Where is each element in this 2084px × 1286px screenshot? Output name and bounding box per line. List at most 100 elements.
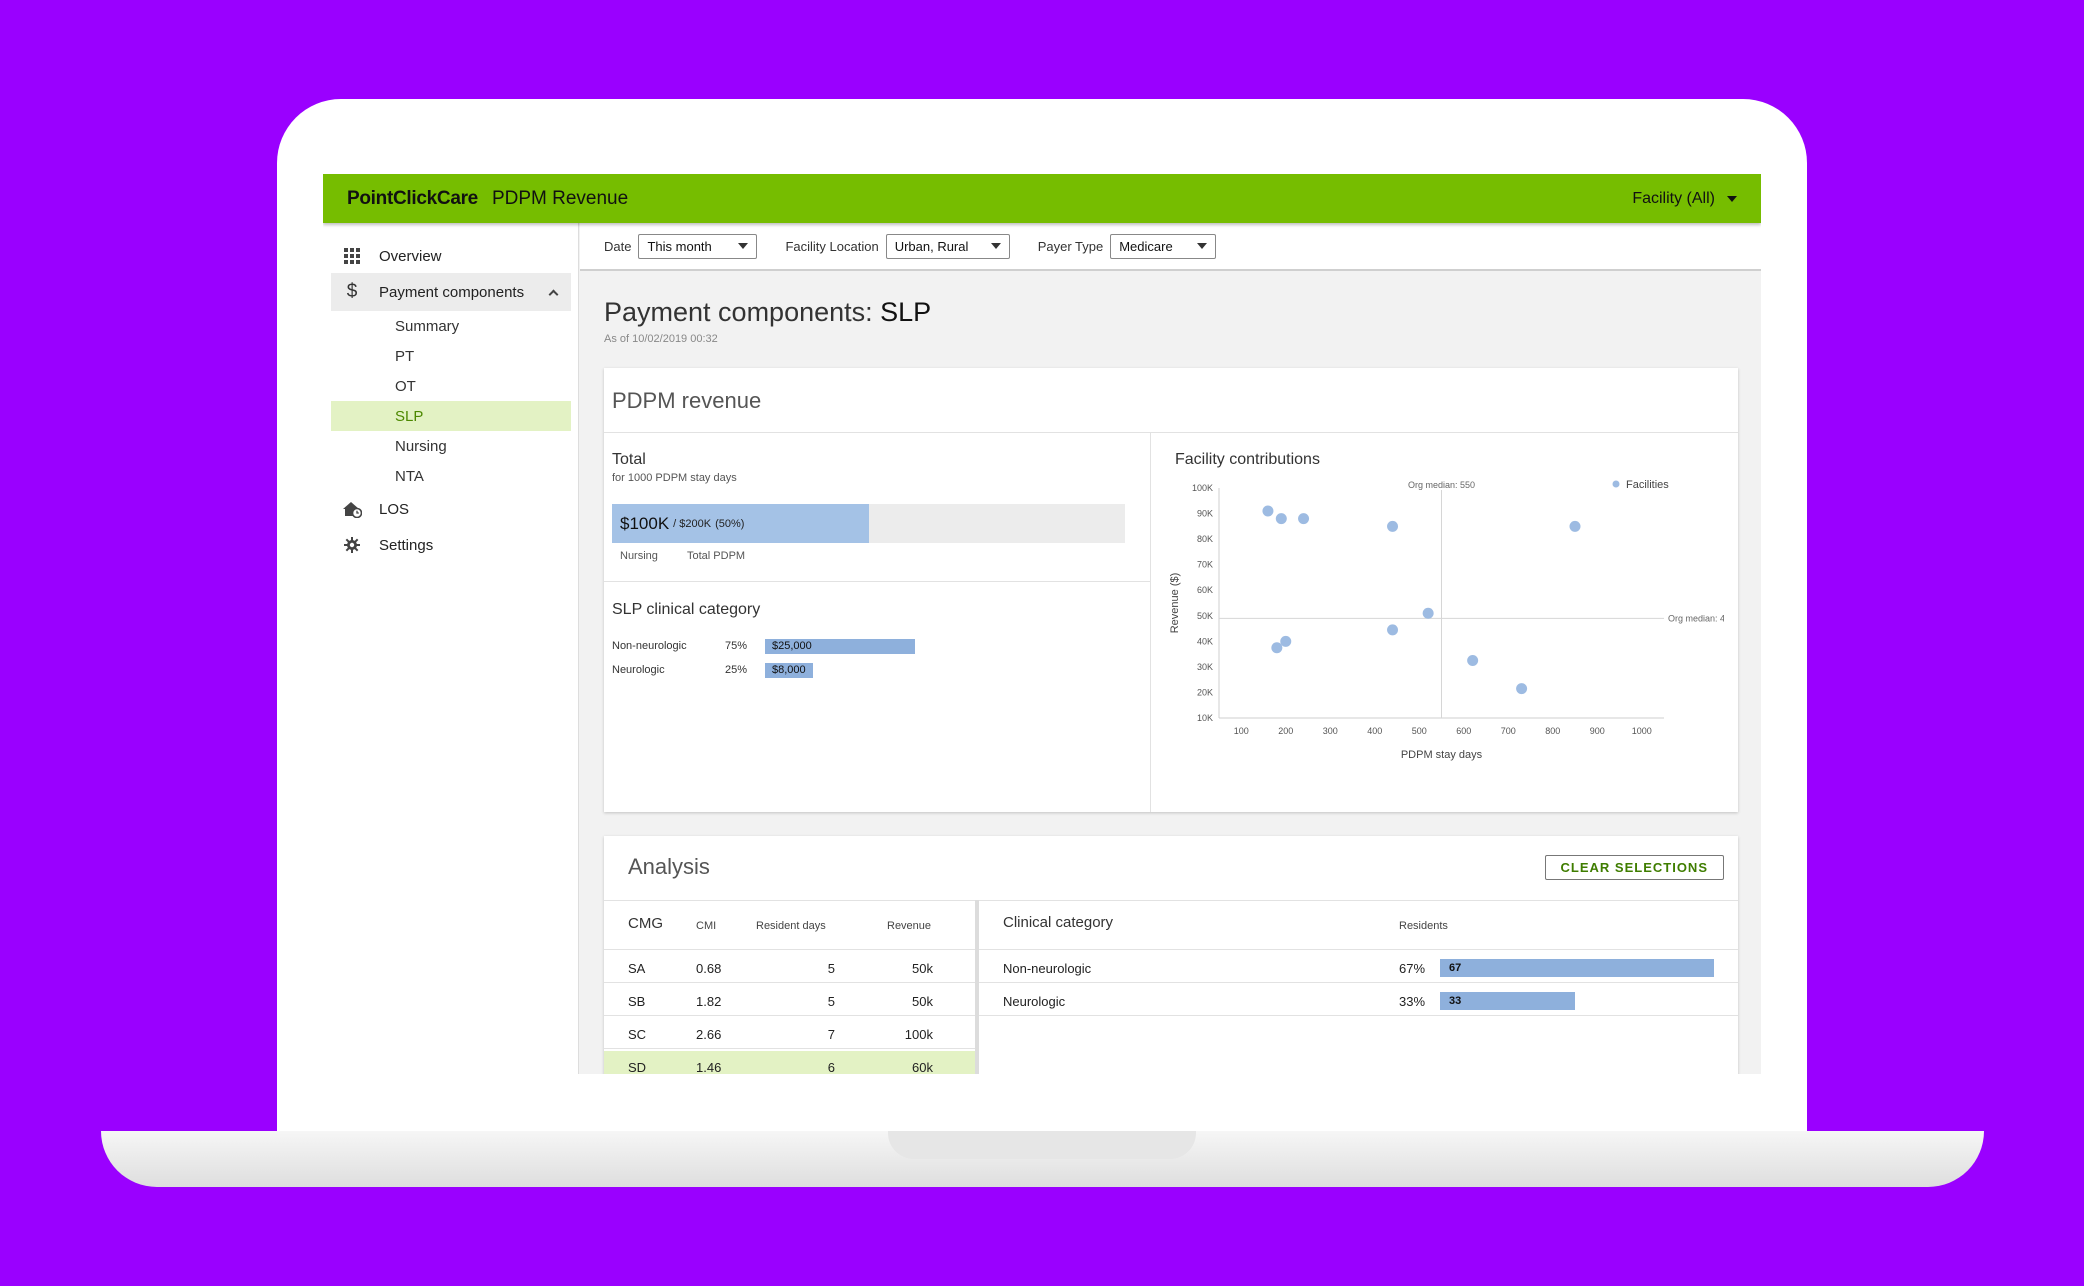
category-bar[interactable]: $8,000: [765, 662, 813, 678]
data-point: [1262, 505, 1274, 517]
divider: [604, 900, 1738, 901]
total-bar-track[interactable]: $100K / $200K (50%): [612, 504, 1125, 543]
cmg-cell: 1.82: [696, 994, 722, 1009]
sidebar: Overview $ Payment components Summary PT…: [323, 223, 579, 1074]
chart-title: Facility contributions: [1175, 451, 1320, 468]
total-bar-fill[interactable]: $100K / $200K (50%): [612, 504, 869, 543]
sidebar-item-label: Settings: [379, 536, 434, 554]
payer-filter-select[interactable]: Medicare: [1110, 233, 1217, 259]
y-tick-label: 20K: [1197, 687, 1213, 697]
residents-percent: 33%: [1399, 994, 1426, 1009]
laptop-notch: [888, 1131, 1196, 1159]
sidebar-item-overview[interactable]: Overview: [331, 237, 571, 275]
divider: [604, 581, 1150, 582]
sidebar-item-payment-components[interactable]: $ Payment components: [331, 273, 571, 311]
data-point: [1280, 635, 1292, 647]
divider: [604, 1015, 975, 1016]
facility-select[interactable]: Facility (All): [1632, 190, 1737, 208]
cmg-cell[interactable]: SD: [628, 1060, 646, 1074]
cmg-cell: 1.46: [696, 1060, 722, 1074]
cmg-cell: 6: [827, 1060, 835, 1074]
table-splitter[interactable]: [975, 900, 979, 1074]
x-tick-label: 700: [1501, 726, 1516, 736]
total-heading: Total: [612, 451, 646, 468]
sidebar-subitem-slp[interactable]: SLP: [331, 401, 571, 431]
sidebar-subitem-ot[interactable]: OT: [331, 371, 571, 401]
sidebar-item-los[interactable]: LOS: [331, 490, 571, 528]
cmg-cell: 100k: [904, 1027, 933, 1042]
sidebar-item-label: Payment components: [379, 283, 525, 301]
data-point: [1569, 520, 1581, 532]
page-title-value: SLP: [880, 297, 932, 327]
clear-selections-button[interactable]: CLEAR SELECTIONS: [1544, 855, 1724, 880]
location-filter-value: Urban, Rural: [894, 238, 969, 254]
y-tick-label: 40K: [1197, 636, 1213, 646]
facility-select-value: Facility (All): [1632, 189, 1715, 207]
date-filter-select[interactable]: This month: [638, 233, 758, 259]
cmg-cell: 50k: [912, 994, 933, 1009]
pdpm-revenue-card: PDPM revenue Total for 1000 PDPM stay da…: [604, 368, 1738, 812]
dollar-icon: $: [346, 281, 358, 302]
x-tick-label: 500: [1412, 726, 1427, 736]
residents-bar[interactable]: 67: [1440, 959, 1714, 977]
clinical-category-name[interactable]: Neurologic: [1003, 994, 1065, 1009]
legend-total-pdpm: Total PDPM: [687, 550, 746, 562]
y-tick-label: 30K: [1197, 662, 1213, 672]
category-bar[interactable]: $25,000: [765, 638, 915, 654]
column-header-clinical-category[interactable]: Clinical category: [1003, 914, 1113, 931]
sidebar-item-settings[interactable]: Settings: [331, 526, 571, 564]
as-of-timestamp: As of 10/02/2019 00:32: [604, 333, 718, 345]
date-filter-value: This month: [647, 238, 712, 254]
clinical-category-row[interactable]: Non-neurologic 75% $25,000: [612, 638, 915, 654]
column-header-residents[interactable]: Residents: [1399, 920, 1448, 932]
median-x-label: Org median: 550: [1408, 480, 1475, 490]
x-tick-label: 900: [1590, 726, 1605, 736]
clinical-category-heading: SLP clinical category: [612, 601, 761, 618]
gear-icon: [335, 537, 369, 553]
data-point: [1422, 607, 1434, 619]
grid-icon: [335, 248, 369, 264]
main-content: Payment components: SLP As of 10/02/2019…: [580, 271, 1761, 1074]
y-tick-label: 50K: [1197, 611, 1213, 621]
data-point: [1387, 520, 1399, 532]
facility-contributions-chart: 100K 90K 80K 70K 60K 50K 40K 30K 20K 10K 100 200 300…: [1169, 479, 1724, 761]
total-of-value: / $200K: [673, 517, 712, 530]
cmg-cell[interactable]: SA: [628, 961, 645, 976]
divider: [604, 949, 975, 950]
cmg-cell[interactable]: SB: [628, 994, 645, 1009]
x-tick-label: 100: [1234, 726, 1249, 736]
clinical-category-name[interactable]: Non-neurologic: [1003, 961, 1091, 976]
x-tick-label: 200: [1278, 726, 1293, 736]
sidebar-subitem-pt[interactable]: PT: [331, 341, 571, 371]
divider: [979, 1015, 1738, 1016]
x-axis-label: PDPM stay days: [1401, 749, 1483, 761]
clinical-category-row[interactable]: Neurologic 25% $8,000: [612, 662, 813, 678]
x-tick-label: 400: [1367, 726, 1382, 736]
brand-logo[interactable]: PointClickCare: [347, 188, 478, 210]
y-tick-label: 70K: [1197, 560, 1213, 570]
cmg-cell[interactable]: SC: [628, 1027, 646, 1042]
category-percent: 25%: [725, 664, 748, 676]
sidebar-subitem-summary[interactable]: Summary: [331, 311, 571, 341]
divider: [604, 982, 975, 983]
divider: [604, 432, 1738, 433]
category-name: Neurologic: [612, 664, 665, 676]
legend-nursing: Nursing: [620, 550, 658, 562]
column-header-cmi[interactable]: CMI: [696, 920, 716, 932]
cmg-cell: 0.68: [696, 961, 722, 976]
product-title: PDPM Revenue: [491, 187, 629, 209]
chevron-up-icon: [548, 289, 559, 299]
location-filter-select[interactable]: Urban, Rural: [885, 233, 1010, 259]
data-point: [1298, 513, 1310, 525]
column-header-revenue[interactable]: Revenue: [887, 920, 931, 932]
sidebar-subitem-nta[interactable]: NTA: [331, 461, 571, 491]
top-bar: PointClickCare PDPM Revenue Facility (Al…: [323, 174, 1761, 223]
cmg-cell: 5: [827, 994, 835, 1009]
sidebar-subitem-nursing[interactable]: Nursing: [331, 431, 571, 461]
app-screen: PointClickCare PDPM Revenue Facility (Al…: [323, 174, 1761, 1074]
total-subheading: for 1000 PDPM stay days: [612, 472, 737, 484]
residents-bar[interactable]: 33: [1440, 992, 1575, 1010]
column-header-resident-days[interactable]: Resident days: [756, 920, 826, 932]
column-header-cmg[interactable]: CMG: [628, 915, 663, 932]
legend-label: Facilities: [1626, 479, 1669, 491]
